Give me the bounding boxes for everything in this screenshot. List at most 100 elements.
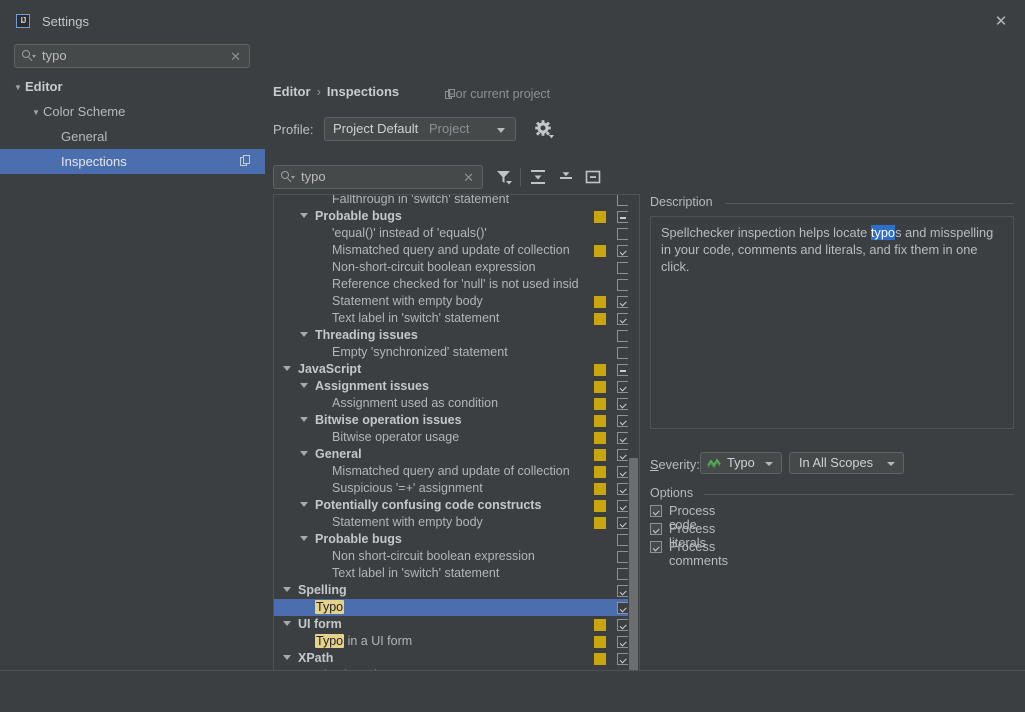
description-header: Description <box>650 195 713 209</box>
scope-value: In All Scopes <box>799 455 873 470</box>
reset-icon[interactable] <box>582 166 604 188</box>
tree-row[interactable]: Text label in 'switch' statement <box>274 565 639 582</box>
clear-icon[interactable]: ✕ <box>463 170 474 185</box>
severity-swatch[interactable] <box>594 364 606 376</box>
severity-swatch[interactable] <box>594 432 606 444</box>
chevron-down-icon[interactable] <box>300 417 308 422</box>
tree-row-label: Suspicious '=+' assignment <box>332 481 483 495</box>
tree-row-label: Typo <box>315 599 345 616</box>
chevron-down-icon[interactable] <box>300 536 308 541</box>
tree-row[interactable]: Reference checked for 'null' is not used… <box>274 276 639 293</box>
sidebar-item-color-scheme[interactable]: ▼ Color Scheme <box>0 99 265 124</box>
tree-row[interactable]: Potentially confusing code constructs <box>274 497 639 514</box>
chevron-down-icon[interactable]: ▼ <box>14 75 25 100</box>
tree-row[interactable]: Mismatched query and update of collectio… <box>274 463 639 480</box>
copy-icon[interactable] <box>240 155 251 167</box>
tree-row[interactable]: JavaScript <box>274 361 639 378</box>
tree-row[interactable]: Suspicious '=+' assignment <box>274 480 639 497</box>
tree-row[interactable]: Statement with empty body <box>274 293 639 310</box>
tree-row[interactable]: Non-short-circuit boolean expression <box>274 259 639 276</box>
chevron-down-icon[interactable] <box>300 383 308 388</box>
tree-row[interactable]: Spelling <box>274 582 639 599</box>
severity-swatch[interactable] <box>594 245 606 257</box>
tree-scrollbar[interactable] <box>628 195 639 679</box>
sidebar-item-general[interactable]: General <box>0 124 265 149</box>
severity-swatch[interactable] <box>594 398 606 410</box>
tree-scrollbar-thumb[interactable] <box>629 458 638 676</box>
chevron-down-icon[interactable] <box>283 655 291 660</box>
chevron-down-icon <box>887 462 895 466</box>
tree-row[interactable]: Probable bugs <box>274 531 639 548</box>
severity-swatch[interactable] <box>594 211 606 223</box>
close-icon[interactable]: ✕ <box>987 10 1015 34</box>
tree-row[interactable]: 'equal()' instead of 'equals()' <box>274 225 639 242</box>
tree-row[interactable]: Bitwise operation issues <box>274 412 639 429</box>
severity-swatch[interactable] <box>594 619 606 631</box>
tree-row[interactable]: Assignment used as condition <box>274 395 639 412</box>
tree-row-label: UI form <box>298 617 342 631</box>
severity-swatch[interactable] <box>594 500 606 512</box>
chevron-down-icon[interactable] <box>300 502 308 507</box>
severity-swatch[interactable] <box>594 313 606 325</box>
chevron-down-icon[interactable] <box>283 621 291 626</box>
tree-row-label: Probable bugs <box>315 532 402 546</box>
tree-row-label: Mismatched query and update of collectio… <box>332 243 570 257</box>
expand-all-icon[interactable] <box>527 166 549 188</box>
tree-row[interactable]: Fallthrough in 'switch' statement <box>274 194 639 208</box>
tree-row-label: Spelling <box>298 583 347 597</box>
clear-icon[interactable]: ✕ <box>230 49 241 64</box>
severity-swatch[interactable] <box>594 381 606 393</box>
severity-dropdown[interactable]: Typo <box>700 452 782 474</box>
chevron-down-icon[interactable] <box>283 366 291 371</box>
tree-row[interactable]: Statement with empty body <box>274 514 639 531</box>
sidebar-item-inspections[interactable]: Inspections <box>0 149 265 174</box>
breadcrumb-separator: › <box>316 84 321 99</box>
breadcrumb-root[interactable]: Editor <box>273 84 311 99</box>
inspections-tree-rows: Fallthrough in 'switch' statement Probabl… <box>274 194 639 679</box>
sidebar-item-label: Inspections <box>61 154 127 169</box>
tree-row[interactable]: UI form <box>274 616 639 633</box>
profile-dropdown[interactable]: Project Default Project <box>324 117 516 141</box>
tree-row[interactable]: Typo <box>274 599 639 616</box>
tree-row[interactable]: Non short-circuit boolean expression <box>274 548 639 565</box>
tree-row[interactable]: Typo in a UI form <box>274 633 639 650</box>
chevron-down-icon[interactable] <box>283 587 291 592</box>
collapse-all-icon[interactable] <box>555 166 577 188</box>
scope-dropdown[interactable]: In All Scopes <box>789 452 904 474</box>
gear-icon[interactable] <box>533 118 555 140</box>
search-icon <box>22 50 36 63</box>
tree-row[interactable]: Text label in 'switch' statement <box>274 310 639 327</box>
severity-swatch[interactable] <box>594 483 606 495</box>
severity-swatch[interactable] <box>594 296 606 308</box>
tree-row[interactable]: Empty 'synchronized' statement <box>274 344 639 361</box>
tree-row[interactable]: Bitwise operator usage <box>274 429 639 446</box>
tree-row[interactable]: General <box>274 446 639 463</box>
for-current-project-label: For current project <box>448 87 551 101</box>
tree-row-label: Fallthrough in 'switch' statement <box>332 194 510 206</box>
severity-swatch[interactable] <box>594 466 606 478</box>
severity-swatch[interactable] <box>594 449 606 461</box>
intellij-idea-icon: IJ <box>16 14 30 28</box>
sidebar-search-input[interactable]: typo ✕ <box>14 44 250 68</box>
tree-row[interactable]: XPath <box>274 650 639 667</box>
tree-row-label: Bitwise operator usage <box>332 430 460 444</box>
severity-swatch[interactable] <box>594 653 606 665</box>
chevron-down-icon[interactable]: ▼ <box>32 100 43 125</box>
filter-icon[interactable] <box>493 166 515 188</box>
chevron-down-icon[interactable] <box>300 451 308 456</box>
tree-row-label: Potentially confusing code constructs <box>315 498 542 512</box>
severity-swatch[interactable] <box>594 415 606 427</box>
tree-row[interactable]: Assignment issues <box>274 378 639 395</box>
tree-row[interactable]: Probable bugs <box>274 208 639 225</box>
severity-swatch[interactable] <box>594 636 606 648</box>
tree-row[interactable]: Mismatched query and update of collectio… <box>274 242 639 259</box>
inspection-search-input[interactable]: typo ✕ <box>273 165 483 189</box>
chevron-down-icon[interactable] <box>300 332 308 337</box>
chevron-down-icon[interactable] <box>300 213 308 218</box>
inspections-tree[interactable]: Fallthrough in 'switch' statement Probabl… <box>273 194 640 680</box>
sidebar-item-editor[interactable]: ▼ Editor <box>0 74 265 99</box>
tree-row-label: Assignment used as condition <box>332 396 499 410</box>
severity-swatch[interactable] <box>594 517 606 529</box>
tree-row[interactable]: Threading issues <box>274 327 639 344</box>
tree-row-label: Threading issues <box>315 328 418 342</box>
